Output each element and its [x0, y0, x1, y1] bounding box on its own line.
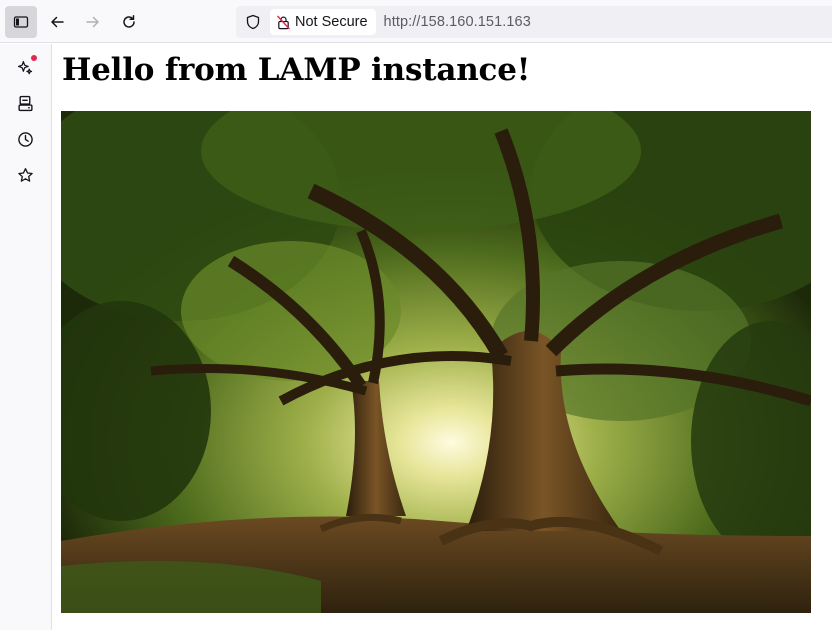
tree-photo-illustration [61, 111, 811, 613]
browser-toolbar: Not Secure http://158.160.151.163 [0, 0, 832, 43]
shield-icon [246, 14, 260, 30]
site-security-indicator[interactable]: Not Secure [270, 9, 376, 35]
url-text[interactable]: http://158.160.151.163 [384, 14, 531, 30]
back-button[interactable] [41, 6, 73, 38]
back-arrow-icon [51, 16, 64, 28]
page-content: Hello from LAMP instance! [53, 44, 832, 630]
sidebar-history-button[interactable] [10, 124, 40, 154]
ai-sparkle-icon [17, 60, 32, 74]
insecure-lock-icon [277, 15, 290, 29]
tracking-protection-button[interactable] [238, 6, 268, 38]
sidebar-toggle-icon [13, 16, 29, 28]
bookmarks-star-icon [17, 167, 33, 182]
page-heading: Hello from LAMP instance! [62, 52, 531, 88]
reload-button[interactable] [113, 6, 145, 38]
sidebar-toggle-button[interactable] [5, 6, 37, 38]
forward-arrow-icon [86, 16, 99, 28]
sidebar-synced-tabs-button[interactable] [10, 88, 40, 118]
tree-photo [61, 111, 811, 613]
url-bar[interactable]: Not Secure http://158.160.151.163 [236, 6, 832, 38]
not-secure-label: Not Secure [295, 14, 368, 30]
notification-dot [31, 55, 37, 61]
history-icon [17, 131, 33, 147]
browser-sidebar [0, 44, 52, 630]
reload-icon [123, 15, 135, 28]
forward-button[interactable] [77, 6, 109, 38]
synced-tabs-icon [17, 95, 33, 111]
sidebar-ai-chatbot-button[interactable] [10, 52, 40, 82]
sidebar-bookmarks-button[interactable] [10, 160, 40, 190]
